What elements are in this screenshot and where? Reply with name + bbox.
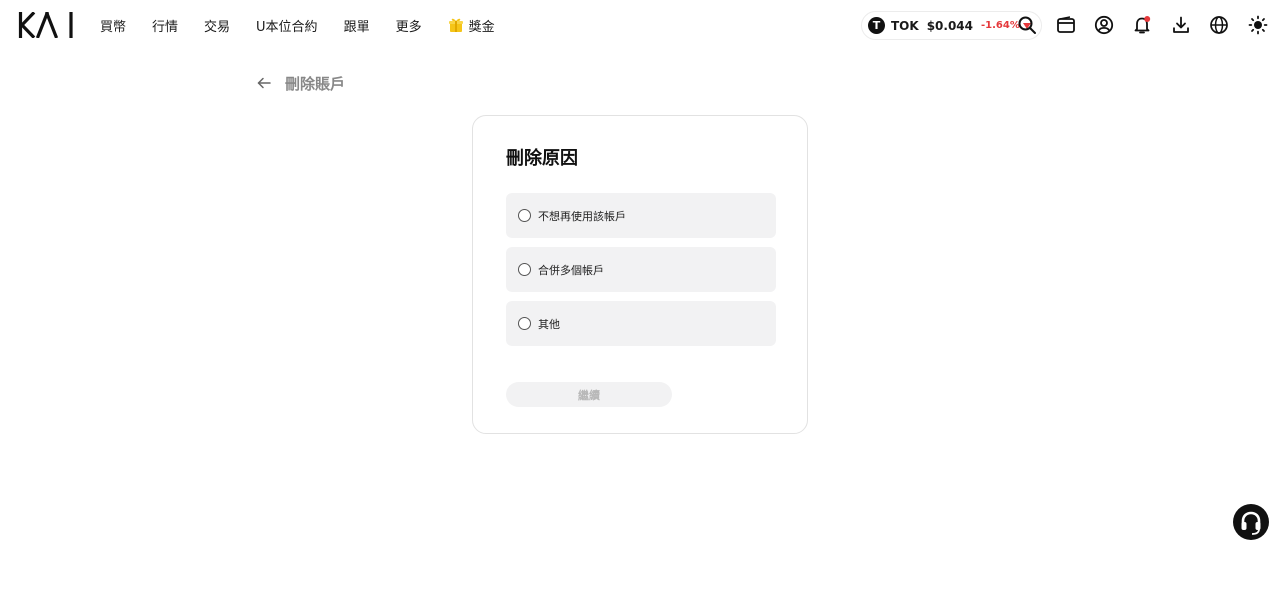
search-icon[interactable] [1017,15,1037,35]
ticker-symbol: TOK [891,18,919,33]
card-title: 刪除原因 [506,148,578,169]
back-arrow-icon[interactable] [256,75,272,91]
nav-rewards-label: 獎金 [468,19,495,35]
reason-option-label: 合併多個帳戶 [538,263,604,277]
ticker-price: $0.044 [926,18,973,33]
delete-reason-card: 刪除原因 不想再使用該帳戶 合併多個帳戶 其他 繼續 [472,115,808,434]
main-nav: 買幣 行情 交易 U本位合約 跟單 更多 獎金 [100,0,521,50]
theme-sun-icon[interactable] [1248,15,1268,35]
radio-button[interactable] [518,317,531,330]
ticker-change: -1.64% [981,20,1020,31]
radio-button[interactable] [518,263,531,276]
continue-button[interactable]: 繼續 [506,382,672,407]
reason-option-merge-accounts[interactable]: 合併多個帳戶 [506,247,776,292]
kai-logo[interactable] [18,12,74,38]
nav-buy-crypto-label: 買幣 [100,19,127,35]
nav-markets[interactable]: 行情 [152,16,178,35]
nav-rewards[interactable]: 獎金 [448,16,495,35]
page-title: 刪除賬戶 [285,74,346,93]
nav-copy-trading[interactable]: 跟單 [344,16,370,35]
nav-usdt-futures-label: U本位合約 [256,19,318,35]
nav-markets-label: 行情 [152,19,179,35]
gift-icon [448,18,463,32]
nav-trade-label: 交易 [204,19,231,35]
customer-support-button[interactable] [1233,504,1269,540]
reason-option-label: 不想再使用該帳戶 [538,209,626,223]
price-ticker[interactable]: T TOK $0.044 -1.64% [861,11,1042,40]
download-icon[interactable] [1171,15,1191,35]
reason-option-no-longer-use[interactable]: 不想再使用該帳戶 [506,193,776,238]
page-header: 刪除賬戶 [256,72,345,94]
notification-bell-icon[interactable] [1132,15,1152,35]
wallet-icon[interactable] [1056,15,1076,35]
nav-more[interactable]: 更多 [396,16,422,35]
top-navigation-bar: 買幣 行情 交易 U本位合約 跟單 更多 獎金 T TOK $0.044 -1.… [0,0,1280,50]
reason-option-other[interactable]: 其他 [506,301,776,346]
nav-trade[interactable]: 交易 [204,16,230,35]
reason-option-label: 其他 [538,317,560,331]
nav-usdt-futures[interactable]: U本位合約 [256,16,318,35]
nav-copy-trading-label: 跟單 [343,19,370,35]
tok-coin-icon: T [868,17,885,34]
nav-buy-crypto[interactable]: 買幣 [100,16,126,35]
radio-button[interactable] [518,209,531,222]
globe-icon[interactable] [1209,15,1229,35]
headset-icon [1241,511,1261,535]
nav-more-label: 更多 [395,19,422,35]
account-icon[interactable] [1094,15,1114,35]
